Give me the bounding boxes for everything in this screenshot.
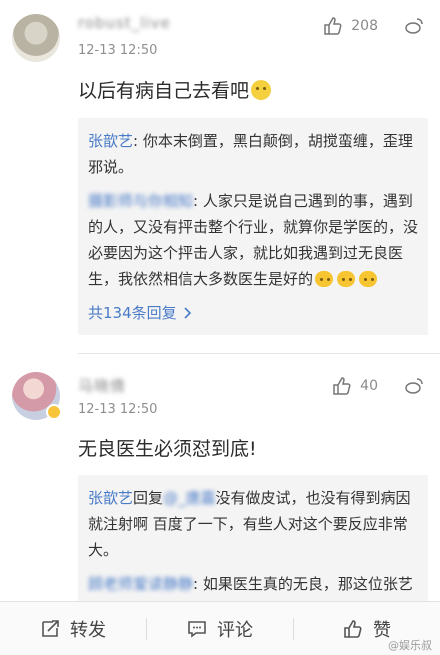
mention-link[interactable]: @_唐嘉 [163, 489, 216, 507]
reply-author[interactable]: 张歆艺 [88, 132, 133, 150]
reply-item[interactable]: 张歆艺: 你本末倒置，黑白颠倒，胡搅蛮缠，歪理邪说。 [88, 128, 418, 180]
repost-button[interactable]: 转发 [0, 602, 146, 655]
like-count[interactable]: 208 [323, 16, 378, 36]
emoji-icon [315, 271, 334, 287]
reply-author[interactable]: 摄影师与你相知 [88, 192, 193, 210]
comment-text: 无良医生必须怼到底! [78, 438, 257, 460]
comment-icon [188, 620, 206, 638]
more-replies-link[interactable]: 共134条回复 [88, 300, 418, 335]
comment-button[interactable]: 评论 [147, 602, 293, 655]
watermark: @娱乐叔 [388, 639, 432, 652]
reply-item[interactable]: 张歆艺回复@_唐嘉没有做皮试，也没有得到病因就注射啊 百度了一下，有些人对这个要… [88, 485, 418, 563]
comment-time: 12-13 12:50 [78, 43, 158, 58]
reply-author[interactable]: 顾老师爱读静静 [88, 575, 193, 593]
emoji-icon [359, 271, 378, 287]
verified-badge [46, 404, 62, 420]
divider [78, 353, 440, 354]
reply-box[interactable]: 张歆艺回复@_唐嘉没有做皮试，也没有得到病因就注射啊 百度了一下，有些人对这个要… [78, 475, 428, 601]
thumbs-up-icon [344, 619, 362, 638]
weibo-icon[interactable] [404, 376, 424, 396]
thumbs-up-icon [324, 17, 342, 35]
avatar[interactable] [12, 14, 60, 62]
reply-author[interactable]: 张歆艺 [88, 489, 133, 507]
emoji-icon [251, 80, 272, 100]
username[interactable]: robust_live [78, 14, 171, 32]
reply-item[interactable]: 摄影师与你相知: 人家只是说自己遇到的事，遇到的人，又没有抨击整个行业，就算你是… [88, 188, 418, 292]
like-count[interactable]: 40 [332, 376, 378, 396]
reply-item[interactable]: 顾老师爱读静静: 如果医生真的无良，那这位张艺人恐怕就没时间在这里跟你们发那些调 [88, 571, 418, 601]
reply-box[interactable]: 张歆艺: 你本末倒置，黑白颠倒，胡搅蛮缠，歪理邪说。 摄影师与你相知: 人家只是… [78, 118, 428, 335]
chevron-right-icon [184, 306, 191, 319]
bottom-toolbar: 转发 评论 赞 @娱乐叔 [0, 601, 440, 655]
thumbs-up-icon [333, 377, 351, 395]
comment-text: 以后有病自己去看吧 [78, 76, 272, 103]
comment-time: 12-13 12:50 [78, 402, 158, 417]
username[interactable]: 马晓倩 [78, 375, 126, 396]
emoji-icon [337, 271, 356, 287]
weibo-icon[interactable] [404, 16, 424, 36]
repost-icon [42, 619, 59, 637]
